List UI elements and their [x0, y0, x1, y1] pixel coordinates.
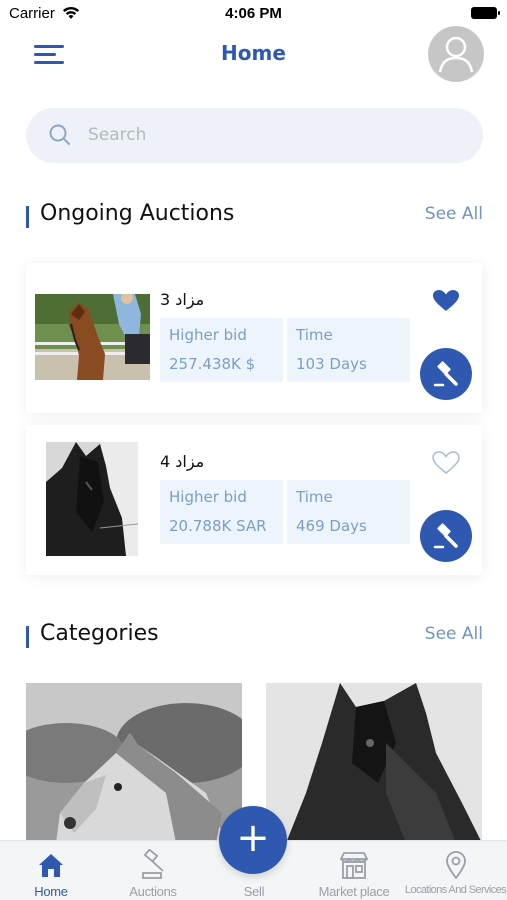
time-label: Time	[296, 326, 333, 344]
highest-bid-label: Higher bid	[169, 488, 247, 506]
category-image	[266, 683, 482, 843]
favorite-filled-heart-icon[interactable]	[432, 289, 460, 317]
time-value: 469 Days	[296, 517, 367, 535]
time-box: Time 103 Days	[287, 318, 410, 382]
highest-bid-box: Higher bid 20.788K SAR	[160, 480, 283, 544]
tab-label: Locations And Services	[404, 884, 507, 896]
see-all-categories-link[interactable]: See All	[425, 624, 483, 644]
categories-header: Categories See All	[26, 620, 483, 652]
tab-auctions[interactable]: Auctions	[102, 841, 204, 900]
battery-icon	[471, 7, 500, 19]
highest-bid-label: Higher bid	[169, 326, 247, 344]
search-bar[interactable]	[26, 108, 483, 163]
tab-locations-and-services[interactable]: Locations And Services	[404, 841, 507, 900]
section-title: Categories	[40, 621, 159, 646]
clock-time: 4:06 PM	[225, 5, 282, 22]
favorite-outline-heart-icon[interactable]	[432, 451, 460, 479]
tab-label: Home	[34, 884, 68, 899]
search-icon	[48, 123, 72, 151]
tab-label: Sell	[243, 884, 265, 899]
category-card[interactable]	[266, 683, 482, 843]
place-bid-button[interactable]	[420, 348, 472, 400]
ongoing-auctions-header: Ongoing Auctions See All	[26, 200, 483, 232]
section-accent-bar	[26, 626, 29, 648]
user-avatar-icon[interactable]	[428, 26, 484, 82]
plus-icon: +	[236, 815, 270, 861]
sell-fab-button[interactable]: +	[219, 806, 287, 874]
tab-label: Auctions	[129, 884, 177, 899]
home-icon	[35, 849, 67, 881]
auction-name: مزاد 3	[160, 290, 205, 309]
highest-bid-value: 20.788K SAR	[169, 517, 267, 535]
time-box: Time 469 Days	[287, 480, 410, 544]
gavel-icon	[137, 848, 169, 881]
highest-bid-box: Higher bid 257.438K $	[160, 318, 283, 382]
location-pin-icon	[440, 849, 472, 881]
store-icon	[338, 849, 370, 881]
highest-bid-value: 257.438K $	[169, 355, 256, 373]
auction-name: مزاد 4	[160, 452, 205, 471]
time-label: Time	[296, 488, 333, 506]
gavel-icon	[433, 361, 458, 387]
category-card[interactable]	[26, 683, 242, 843]
auction-card[interactable]: مزاد 3 Higher bid 257.438K $ Time 103 Da…	[26, 263, 482, 413]
category-image	[26, 683, 242, 843]
tab-label: Market place	[318, 884, 390, 899]
section-title: Ongoing Auctions	[40, 201, 235, 226]
time-value: 103 Days	[296, 355, 367, 373]
tab-home[interactable]: Home	[0, 841, 102, 900]
see-all-auctions-link[interactable]: See All	[425, 204, 483, 224]
place-bid-button[interactable]	[420, 510, 472, 562]
auction-image	[46, 442, 138, 556]
auction-card[interactable]: مزاد 4 Higher bid 20.788K SAR Time 469 D…	[26, 425, 482, 575]
top-bar: Home	[0, 26, 507, 84]
tab-market-place[interactable]: Market place	[304, 841, 404, 900]
status-bar: Carrier 4:06 PM	[0, 0, 507, 28]
gavel-icon	[433, 523, 458, 549]
section-accent-bar	[26, 206, 29, 228]
auction-image	[35, 294, 150, 380]
search-input[interactable]	[88, 122, 448, 148]
